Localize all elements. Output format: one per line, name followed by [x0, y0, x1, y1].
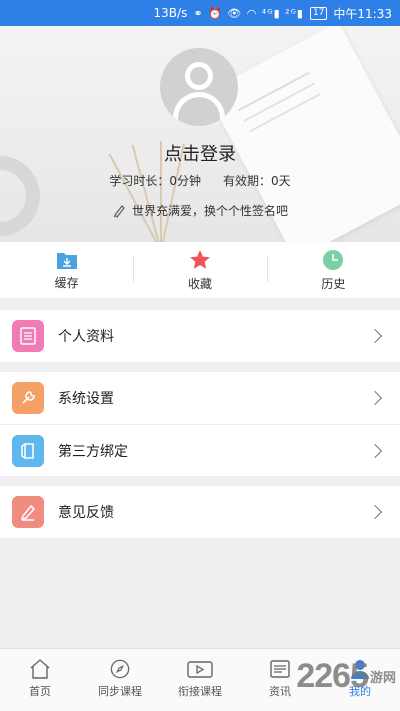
- profile-header: 点击登录 学习时长：0分钟 有效期：0天 世界充满爱，换个个性签名吧: [0, 26, 400, 242]
- battery-icon: 17: [309, 6, 328, 20]
- menu-item-label: 第三方绑定: [58, 443, 128, 460]
- tab-home[interactable]: 首页: [0, 649, 80, 711]
- chevron-right-icon: [367, 504, 383, 520]
- menu-item-third-party[interactable]: 第三方绑定: [0, 424, 400, 476]
- menu-item-label: 意见反馈: [58, 505, 114, 521]
- menu-group-feedback: 意见反馈: [0, 486, 400, 538]
- decorative-ring: [0, 156, 40, 236]
- menu-item-profile[interactable]: 个人资料: [0, 310, 400, 362]
- menu-item-label: 个人资料: [58, 329, 114, 345]
- tab-label: 首页: [29, 685, 51, 698]
- study-time: 学习时长：0分钟: [109, 174, 201, 188]
- watermark-logo: 2265 游网: [296, 656, 396, 696]
- network-speed: 13B/s: [153, 6, 188, 20]
- watermark-text: 游网: [369, 670, 396, 686]
- tab-bridge-courses[interactable]: 衔接课程: [160, 649, 240, 711]
- quick-cache-label: 缓存: [54, 275, 79, 290]
- chevron-right-icon: [367, 328, 383, 344]
- valid-period: 有效期：0天: [223, 174, 291, 188]
- quick-actions: 缓存 收藏 历史: [0, 242, 400, 298]
- exit-door-icon: [12, 434, 44, 467]
- menu-group-settings: 系统设置 第三方绑定: [0, 372, 400, 476]
- pencil-icon: [12, 496, 44, 528]
- chevron-right-icon: [367, 390, 383, 406]
- quick-favorites-label: 收藏: [187, 276, 212, 291]
- avatar[interactable]: [160, 48, 238, 126]
- pen-icon: [112, 204, 126, 218]
- tab-sync-courses[interactable]: 同步课程: [80, 649, 160, 711]
- watermark-number: 2265: [296, 656, 369, 695]
- tab-label: 衔接课程: [178, 685, 222, 698]
- tab-label: 同步课程: [98, 685, 142, 698]
- clock-icon: [322, 249, 344, 271]
- menu-group-profile: 个人资料: [0, 310, 400, 362]
- signature-text: 世界充满爱，换个个性签名吧: [131, 204, 288, 218]
- wrench-icon: [12, 382, 44, 414]
- menu-item-settings[interactable]: 系统设置: [0, 372, 400, 424]
- profile-document-icon: [12, 320, 44, 352]
- news-icon: [269, 659, 291, 679]
- menu-item-label: 系统设置: [58, 391, 114, 407]
- star-icon: [189, 249, 211, 271]
- user-stats: 学习时长：0分钟 有效期：0天: [0, 172, 400, 189]
- login-link[interactable]: 点击登录: [0, 140, 400, 166]
- clock-time: 中午11:33: [333, 6, 392, 21]
- tab-label: 资讯: [269, 685, 291, 698]
- chevron-right-icon: [367, 443, 383, 458]
- video-icon: [187, 659, 213, 679]
- quick-favorites[interactable]: 收藏: [133, 242, 266, 298]
- signature-row[interactable]: 世界充满爱，换个个性签名吧: [0, 202, 400, 219]
- status-bar: 13B/s ⚭ ⏰ 👁 ◠ ⁴ᴳ▮ ²ᴳ▮ 17 中午11:33: [0, 0, 400, 26]
- home-icon: [29, 659, 51, 679]
- compass-icon: [109, 659, 131, 679]
- quick-history[interactable]: 历史: [266, 242, 400, 298]
- status-icons: ⚭ ⏰ 👁 ◠ ⁴ᴳ▮ ²ᴳ▮: [193, 6, 304, 20]
- menu-item-feedback[interactable]: 意见反馈: [0, 486, 400, 538]
- quick-history-label: 历史: [321, 276, 346, 291]
- download-folder-icon: [56, 250, 78, 270]
- quick-cache[interactable]: 缓存: [0, 242, 133, 298]
